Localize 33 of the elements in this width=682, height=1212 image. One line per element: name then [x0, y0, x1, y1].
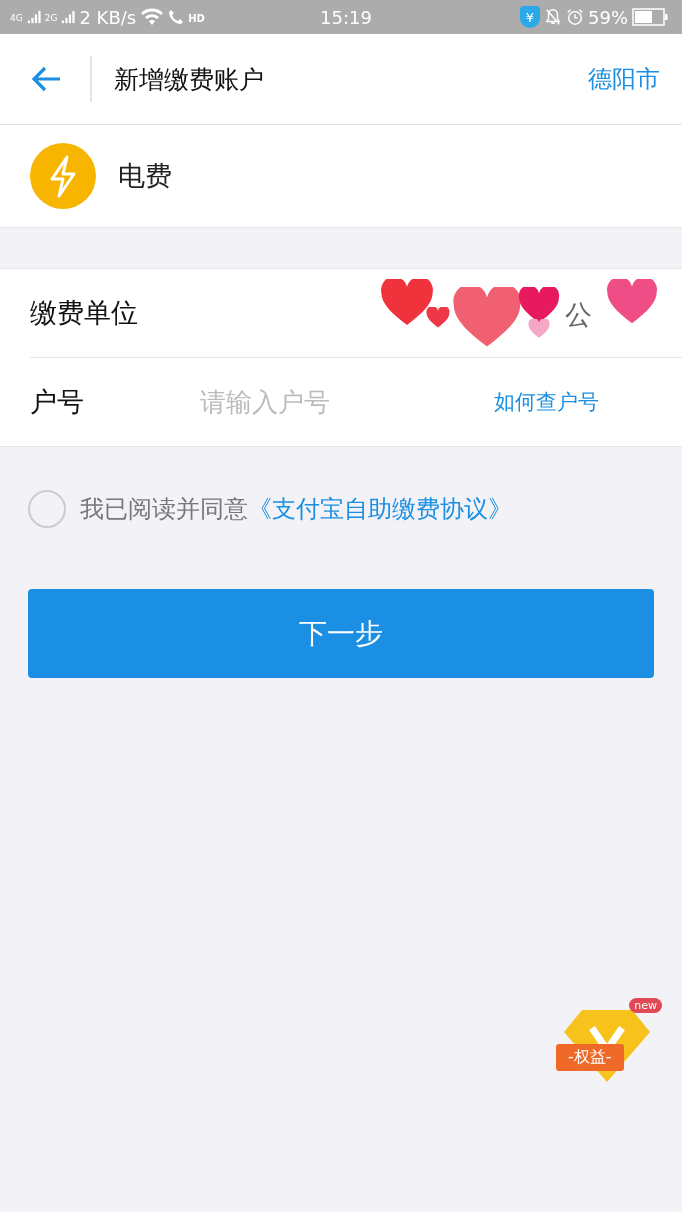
battery-icon [632, 8, 668, 26]
payment-unit-text: 公 [565, 298, 592, 332]
network-speed: 2 KB/s [79, 6, 137, 28]
network-label: 2G [44, 12, 58, 23]
agreement-text: 我已阅读并同意 [80, 494, 248, 525]
account-number-field[interactable]: 请输入户号 [198, 386, 462, 418]
alarm-icon [566, 8, 584, 26]
heart-sticker-icon [606, 279, 658, 326]
clock-time: 15:19 [320, 7, 372, 28]
next-button[interactable]: 下一步 [28, 589, 654, 678]
lightning-icon [30, 143, 96, 209]
back-arrow-icon [30, 65, 62, 93]
agree-checkbox[interactable] [28, 490, 66, 528]
new-tag: new [629, 998, 662, 1013]
field-label: 缴费单位 [30, 296, 139, 330]
perk-badge[interactable]: -权益- new [552, 998, 662, 1090]
hd-label: HD [188, 12, 205, 24]
service-name: 电费 [118, 159, 172, 193]
network-label: 4G [10, 12, 23, 23]
agreement-link[interactable]: 《支付宝自助缴费协议》 [248, 493, 512, 525]
signal-icon [61, 9, 76, 25]
back-button[interactable] [30, 65, 62, 93]
help-link[interactable]: 如何查户号 [494, 388, 599, 416]
ribbon-label: -权益- [556, 1044, 624, 1071]
signal-icon [26, 9, 41, 25]
battery-percent: 59% [588, 6, 628, 28]
page-title: 新增缴费账户 [114, 63, 265, 96]
wifi-icon [140, 8, 165, 26]
field-label: 户号 [30, 385, 85, 419]
phone-icon [168, 9, 185, 25]
city-link[interactable]: 德阳市 [588, 63, 660, 95]
muted-bell-icon [544, 8, 562, 26]
shield-badge: ¥ [520, 6, 540, 28]
